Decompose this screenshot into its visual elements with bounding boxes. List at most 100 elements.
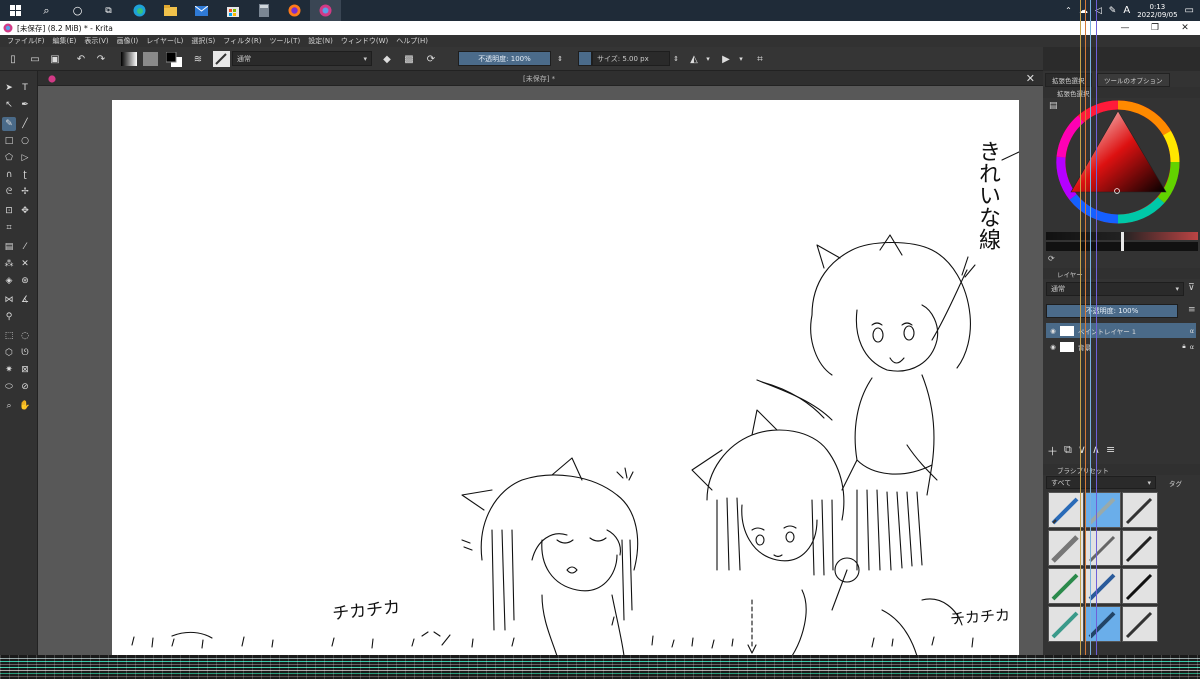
size-slider-fill[interactable] xyxy=(578,51,592,66)
wrap-options-dropdown[interactable]: ▾ xyxy=(736,51,746,67)
layer-blend-select[interactable]: 通常 ▾ xyxy=(1046,282,1184,296)
add-layer-button[interactable]: ＋ xyxy=(1047,443,1058,459)
edit-shapes-tool[interactable]: ↖ xyxy=(2,98,16,112)
krita-taskbar-button[interactable] xyxy=(310,0,341,21)
line-tool[interactable]: ╱ xyxy=(18,117,32,131)
dynamic-brush-tool[interactable]: ᘓ xyxy=(2,185,16,199)
brush-preset-item[interactable] xyxy=(1048,492,1084,528)
canvas-viewport[interactable]: きれいな線 チカチカ チカチカ xyxy=(38,86,1043,656)
size-slider[interactable]: サイズ: 5.00 px xyxy=(592,51,670,66)
smart-patch-tool[interactable]: ✕ xyxy=(18,257,32,271)
bezier-tool[interactable]: ∩ xyxy=(2,168,16,182)
colorize-mask-tool[interactable]: ⁂ xyxy=(2,257,16,271)
freehand-brush-tool[interactable]: ✎ xyxy=(2,117,16,131)
elliptical-selection-tool[interactable]: ◌ xyxy=(18,329,32,343)
explorer-button[interactable] xyxy=(155,0,186,21)
edge-button[interactable] xyxy=(124,0,155,21)
opacity-spinner[interactable]: ⇕ xyxy=(552,51,568,67)
menu-view[interactable]: 表示(V) xyxy=(80,36,112,46)
menu-window[interactable]: ウィンドウ(W) xyxy=(337,36,392,46)
menu-image[interactable]: 画像(I) xyxy=(113,36,143,46)
transform-tool[interactable]: ⊡ xyxy=(2,204,16,218)
menu-tools[interactable]: ツール(T) xyxy=(265,36,304,46)
mirror-options-dropdown[interactable]: ▾ xyxy=(703,51,713,67)
layer-row-background[interactable]: ◉ 背景 🔒︎ α xyxy=(1046,339,1196,354)
polygonal-selection-tool[interactable]: ⬡ xyxy=(2,346,16,360)
pan-tool[interactable]: ✋ xyxy=(18,399,32,413)
gradient-selector[interactable] xyxy=(120,51,138,67)
duplicate-layer-button[interactable]: ⧉ xyxy=(1064,443,1072,459)
move-tool[interactable]: ✥ xyxy=(18,204,32,218)
magnetic-selection-tool[interactable]: ⊘ xyxy=(18,380,32,394)
brush-preset-item[interactable] xyxy=(1048,606,1084,642)
gradient-tool[interactable]: ▤ xyxy=(2,240,16,254)
new-document-button[interactable]: ▯ xyxy=(6,51,20,67)
ime-indicator[interactable]: A xyxy=(1123,5,1130,16)
firefox-button[interactable] xyxy=(279,0,310,21)
tab-tool-options[interactable]: ツールのオプション xyxy=(1097,73,1170,87)
drawing-canvas[interactable]: きれいな線 チカチカ チカチカ xyxy=(112,100,1019,656)
layer-options-button[interactable]: ≡ xyxy=(1188,305,1196,315)
maximize-button[interactable]: ❐ xyxy=(1140,21,1170,35)
minimize-button[interactable]: — xyxy=(1110,21,1140,35)
fg-bg-color-selector[interactable] xyxy=(165,51,183,67)
crop-tool[interactable]: ⌗ xyxy=(2,221,16,235)
crop-button[interactable]: ⌗ xyxy=(752,51,768,67)
preserve-alpha-button[interactable]: ▩ xyxy=(402,51,416,67)
pattern-selector[interactable] xyxy=(142,51,158,67)
task-view-button[interactable]: ⧉ xyxy=(93,0,124,21)
color-wheel[interactable] xyxy=(1053,97,1183,227)
open-document-button[interactable]: ▭ xyxy=(28,51,42,67)
eye-icon[interactable]: ◉ xyxy=(1046,343,1060,351)
windows-start-button[interactable] xyxy=(0,0,31,21)
opacity-slider[interactable]: 不透明度: 100% xyxy=(458,51,551,66)
clock[interactable]: 0:13 2022/09/05 xyxy=(1137,3,1177,19)
layer-filter-button[interactable]: ⊽ xyxy=(1188,283,1195,293)
close-window-button[interactable]: ✕ xyxy=(1170,21,1200,35)
enclose-fill-tool[interactable]: ⊛ xyxy=(18,274,32,288)
alpha-lock-icon[interactable]: α xyxy=(1190,327,1194,335)
eraser-mode-button[interactable]: ◆ xyxy=(380,51,394,67)
freehand-selection-tool[interactable]: ᘎ xyxy=(18,346,32,360)
ellipse-tool[interactable]: ○ xyxy=(18,134,32,148)
menu-edit[interactable]: 編集(E) xyxy=(49,36,81,46)
refresh-colors-button[interactable]: ⟳ xyxy=(1048,254,1055,263)
chevron-up-icon[interactable]: ⌃ xyxy=(1065,6,1072,15)
bezier-selection-tool[interactable]: ⬭ xyxy=(2,380,16,394)
similar-color-selection-tool[interactable]: ⊠ xyxy=(18,363,32,377)
alpha-lock-icon[interactable]: α xyxy=(1190,343,1194,351)
zoom-tool[interactable]: ⌕ xyxy=(2,399,16,413)
brush-preset-item[interactable] xyxy=(1122,530,1158,566)
polygon-tool[interactable]: ⬠ xyxy=(2,151,16,165)
lock-icon[interactable]: 🔒︎ xyxy=(1182,342,1185,351)
store-button[interactable] xyxy=(217,0,248,21)
reference-images-tool[interactable]: ⚲ xyxy=(2,310,16,324)
eye-icon[interactable]: ◉ xyxy=(1046,327,1060,335)
document-tab-title[interactable]: [未保存] * xyxy=(523,74,555,84)
wrap-around-button[interactable]: ▶ xyxy=(718,51,734,67)
size-spinner[interactable]: ⇕ xyxy=(670,51,682,67)
brush-tag-label[interactable]: タグ xyxy=(1169,478,1182,488)
select-shapes-tool[interactable]: ➤ xyxy=(2,81,16,95)
rectangular-selection-tool[interactable]: ⬚ xyxy=(2,329,16,343)
calculator-button[interactable] xyxy=(248,0,279,21)
notification-icon[interactable]: ▭ xyxy=(1185,5,1194,16)
layer-properties-button[interactable]: ≡ xyxy=(1106,443,1115,459)
layer-row-paint-1[interactable]: ◉ ペイントレイヤー 1 α xyxy=(1046,323,1196,338)
brush-preset-item[interactable] xyxy=(1122,606,1158,642)
menu-layer[interactable]: レイヤー(L) xyxy=(142,36,187,46)
mirror-horizontal-button[interactable]: ◭ xyxy=(686,51,702,67)
fill-tool[interactable]: ◈ xyxy=(2,274,16,288)
undo-button[interactable]: ↶ xyxy=(74,51,88,67)
color-picker-tool[interactable]: ⁄ xyxy=(18,240,32,254)
reload-preset-button[interactable]: ⟳ xyxy=(424,51,438,67)
calligraphy-tool[interactable]: ✒ xyxy=(18,98,32,112)
brush-settings-button[interactable]: ≋ xyxy=(190,51,206,67)
assistant-tool[interactable]: ⋈ xyxy=(2,293,16,307)
pen-icon[interactable]: ✎ xyxy=(1109,6,1117,16)
multibrush-tool[interactable]: ✢ xyxy=(18,185,32,199)
brush-preset-item[interactable] xyxy=(1122,492,1158,528)
close-document-button[interactable]: ✕ xyxy=(1026,72,1035,85)
brush-preset-item[interactable] xyxy=(1048,530,1084,566)
save-button[interactable]: ▣ xyxy=(48,51,62,67)
